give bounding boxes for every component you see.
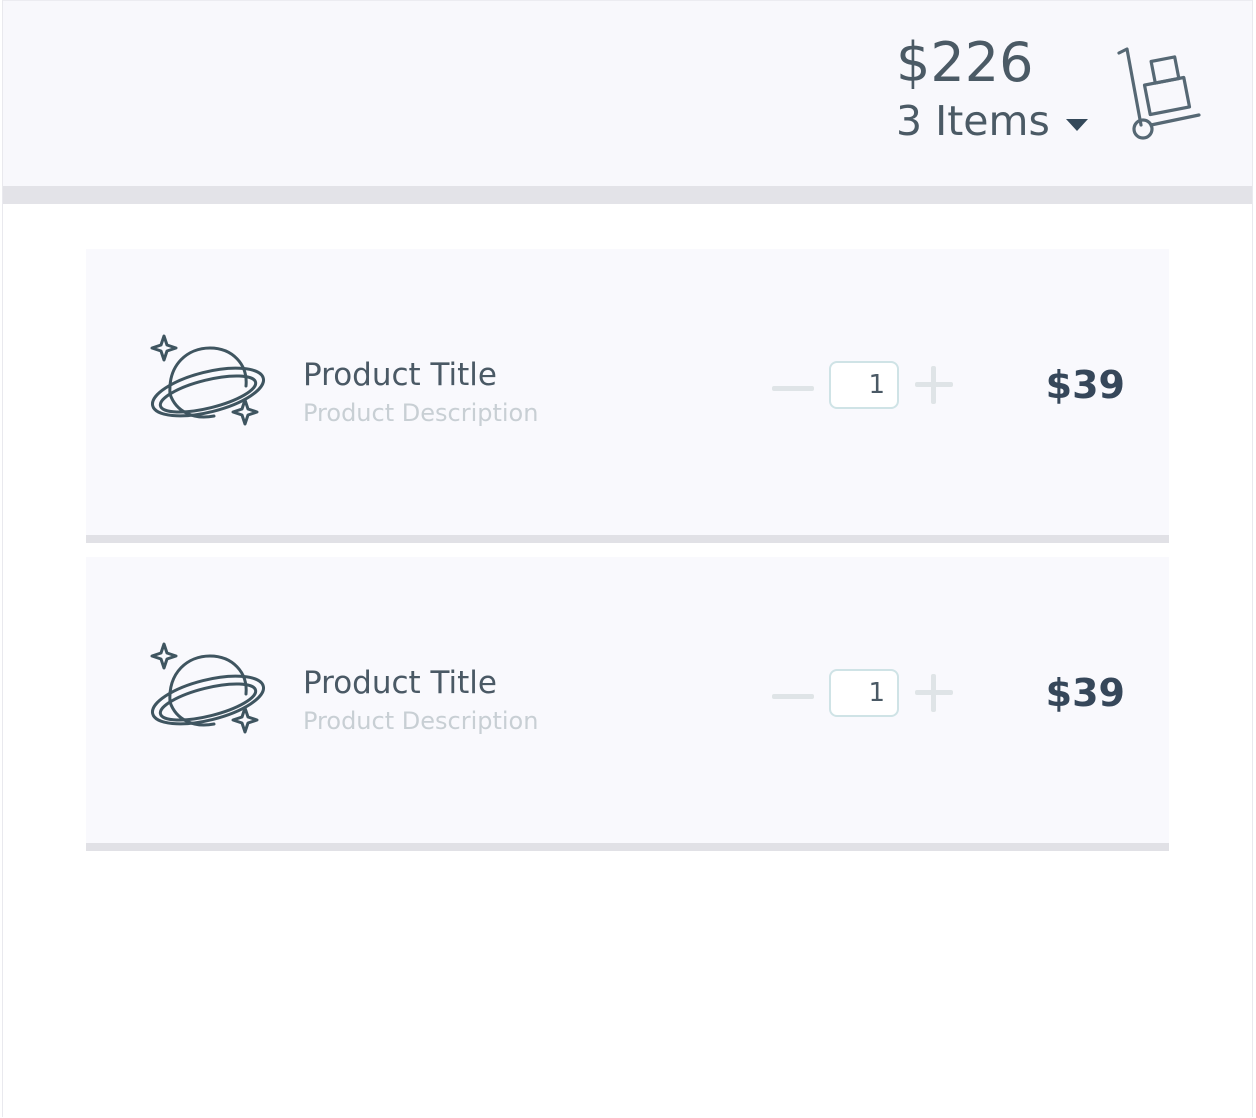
hand-truck-cart-icon[interactable] — [1113, 41, 1205, 141]
increase-quantity-button[interactable] — [915, 366, 953, 404]
cart-item-list: Product Title Product Description $39 Pr… — [86, 249, 1169, 865]
cart-summary[interactable]: $226 3 Items — [896, 31, 1106, 151]
cart-item: Product Title Product Description $39 — [86, 557, 1169, 851]
cart-item: Product Title Product Description $39 — [86, 249, 1169, 543]
cart-total: $226 — [896, 31, 1034, 94]
decrease-quantity-button[interactable] — [772, 689, 814, 703]
increase-quantity-button[interactable] — [915, 674, 953, 712]
item-divider — [86, 843, 1169, 851]
product-description: Product Description — [303, 707, 539, 735]
header-divider — [3, 186, 1252, 204]
item-divider — [86, 535, 1169, 543]
product-price: $39 — [1045, 363, 1125, 407]
product-price: $39 — [1045, 671, 1125, 715]
cart-count-dropdown[interactable]: 3 Items — [896, 97, 1088, 145]
quantity-input[interactable] — [829, 361, 899, 409]
cart-frame: $226 3 Items Product Title Product Descr… — [2, 0, 1253, 1117]
planet-icon — [148, 642, 270, 748]
product-title: Product Title — [303, 357, 497, 393]
product-description: Product Description — [303, 399, 539, 427]
cart-header: $226 3 Items — [3, 0, 1252, 186]
quantity-input[interactable] — [829, 669, 899, 717]
product-title: Product Title — [303, 665, 497, 701]
decrease-quantity-button[interactable] — [772, 381, 814, 395]
caret-down-icon — [1065, 119, 1088, 131]
cart-item-count: 3 Items — [896, 97, 1050, 145]
planet-icon — [148, 334, 270, 440]
